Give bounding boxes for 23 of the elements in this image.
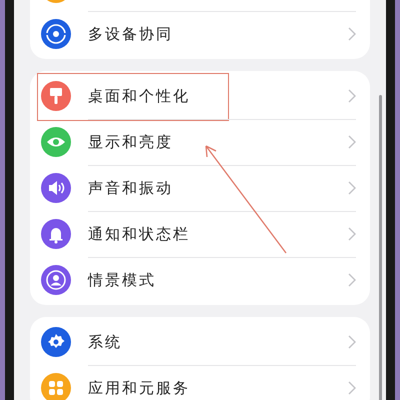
speaker-icon — [41, 173, 71, 203]
chevron-icon — [348, 135, 356, 149]
chevron-icon — [348, 273, 356, 287]
bell-icon — [41, 219, 71, 249]
chevron-icon — [348, 181, 356, 195]
gear-icon — [41, 327, 71, 357]
chevron-icon — [348, 335, 356, 349]
settings-item[interactable]: 声音和振动 — [30, 165, 370, 211]
eye-icon — [41, 127, 71, 157]
person-icon — [41, 265, 71, 295]
settings-item[interactable]: 显示和亮度 — [30, 119, 370, 165]
chevron-icon — [348, 27, 356, 41]
connection-rings-icon — [41, 19, 71, 49]
settings-item[interactable]: 应用和元服务 — [30, 365, 370, 400]
chevron-icon — [348, 89, 356, 103]
settings-item[interactable]: 桌面和个性化 — [30, 73, 370, 119]
paintbrush-icon — [41, 81, 71, 111]
settings-item[interactable]: 通知和状态栏 — [30, 211, 370, 257]
settings-item[interactable]: 情景模式 — [30, 257, 370, 303]
settings-item[interactable]: 多设备协同 — [30, 11, 370, 57]
settings-item[interactable]: 系统 — [30, 319, 370, 365]
chevron-icon — [348, 227, 356, 241]
chevron-icon — [348, 381, 356, 395]
